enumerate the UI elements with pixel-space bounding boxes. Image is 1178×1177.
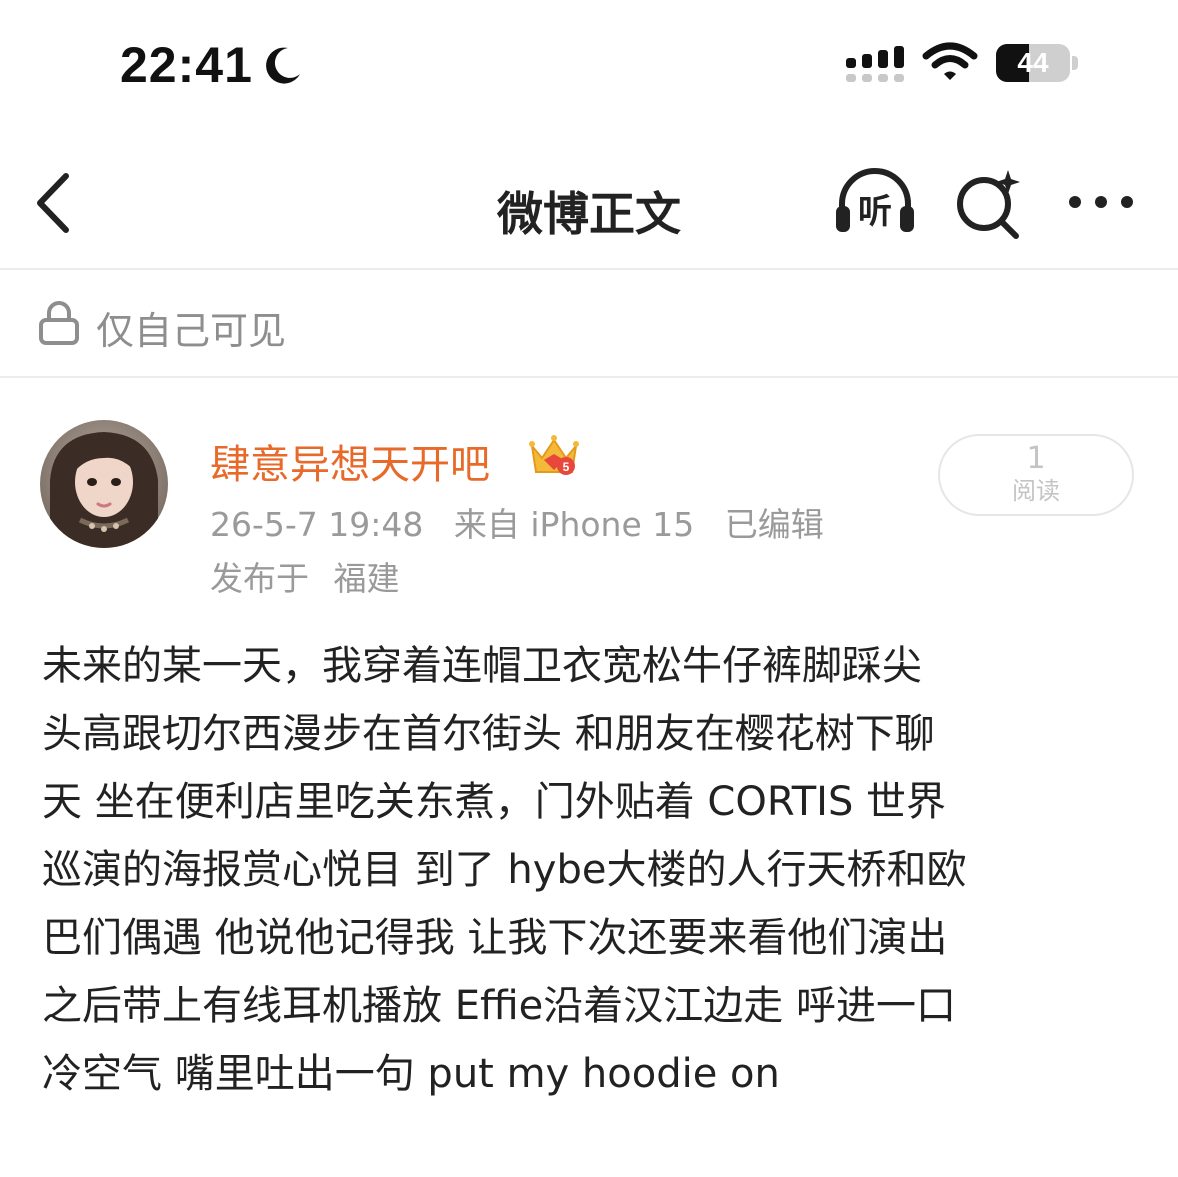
post-meta: 26-5-7 19:48 来自 iPhone 15 已编辑 bbox=[210, 498, 844, 546]
battery-level: 44 bbox=[1017, 47, 1049, 78]
post-location: 发布于 福建 bbox=[210, 552, 414, 600]
lock-icon bbox=[39, 301, 79, 345]
post-body: 未来的某一天，我穿着连帽卫衣宽松牛仔裤脚踩尖 头高跟切尔西漫步在首尔街头 和朋友… bbox=[42, 632, 1142, 1108]
visibility-divider bbox=[0, 376, 1178, 378]
post-line: 头高跟切尔西漫步在首尔街头 和朋友在樱花树下聊 bbox=[42, 711, 935, 757]
listen-button[interactable]: 听 bbox=[832, 166, 918, 238]
status-time: 22:41 bbox=[120, 37, 253, 93]
read-count-badge[interactable]: 1 阅读 bbox=[938, 434, 1134, 516]
svg-text:5: 5 bbox=[563, 460, 570, 474]
post-source[interactable]: 来自 iPhone 15 bbox=[454, 505, 694, 544]
cellular-signal-icon bbox=[846, 46, 904, 82]
battery-indicator: 44 bbox=[996, 44, 1080, 84]
read-count: 1 bbox=[1026, 441, 1046, 476]
location-name[interactable]: 福建 bbox=[334, 559, 400, 598]
post-line: 巡演的海报赏心悦目 到了 hybe大楼的人行天桥和欧 bbox=[42, 847, 967, 893]
post-line: 未来的某一天，我穿着连帽卫衣宽松牛仔裤脚踩尖 bbox=[42, 643, 922, 689]
post-line: 天 坐在便利店里吃关东煮，门外贴着 CORTIS 世界 bbox=[42, 779, 947, 825]
post-line: 巴们偶遇 他说他记得我 让我下次还要来看他们演出 bbox=[42, 915, 948, 961]
crown-vip-icon[interactable]: 5 bbox=[528, 432, 580, 480]
visibility-label: 仅自己可见 bbox=[96, 309, 287, 353]
author-name[interactable]: 肆意异想天开吧 bbox=[210, 432, 490, 490]
listen-label: 听 bbox=[858, 192, 892, 232]
status-bar: 22:41 44 bbox=[0, 0, 1178, 120]
read-label: 阅读 bbox=[1012, 477, 1060, 505]
edited-label[interactable]: 已编辑 bbox=[725, 505, 824, 544]
moon-icon bbox=[266, 47, 300, 84]
post-line: 冷空气 嘴里吐出一句 put my hoodie on bbox=[42, 1051, 780, 1097]
post-date: 26-5-7 19:48 bbox=[210, 505, 424, 544]
post-line: 之后带上有线耳机播放 Effie沿着汉江边走 呼进一口 bbox=[42, 983, 956, 1029]
nav-bar: 微博正文 听 bbox=[0, 140, 1178, 268]
wifi-icon bbox=[922, 42, 978, 80]
visibility-bar: 仅自己可见 bbox=[0, 270, 1178, 376]
location-prefix: 发布于 bbox=[210, 559, 309, 598]
ai-search-icon[interactable] bbox=[952, 168, 1024, 240]
author-avatar[interactable] bbox=[40, 420, 168, 548]
more-icon[interactable] bbox=[1066, 184, 1136, 220]
